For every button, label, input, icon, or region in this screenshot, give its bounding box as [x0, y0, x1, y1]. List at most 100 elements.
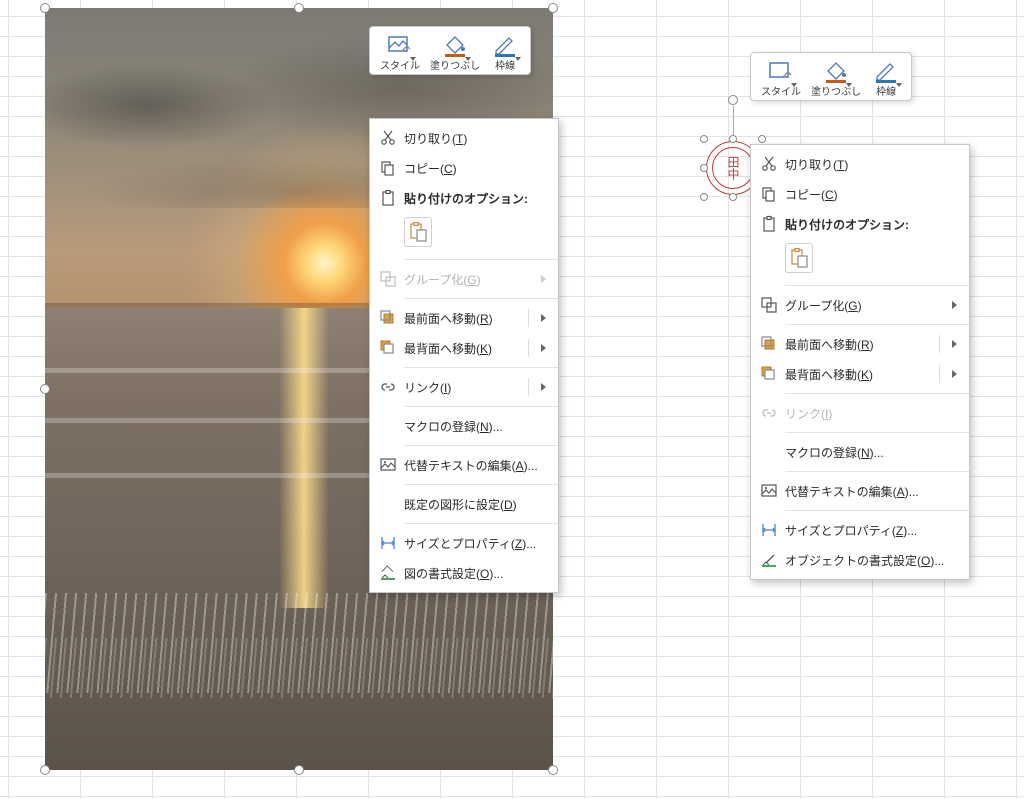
picture-style-icon: [386, 33, 414, 59]
paste-option-default[interactable]: [785, 243, 813, 273]
paint-bucket-icon: [441, 33, 469, 59]
menu-send-to-back[interactable]: 最背面へ移動(K): [370, 333, 558, 363]
menu-send-to-back[interactable]: 最背面へ移動(K): [751, 359, 969, 389]
resize-handle[interactable]: [40, 3, 50, 13]
group-icon: [757, 295, 781, 315]
resize-handle[interactable]: [700, 193, 708, 201]
menu-separator: [404, 445, 558, 446]
resize-handle[interactable]: [700, 164, 708, 172]
pen-outline-icon: [491, 33, 519, 59]
menu-separator: [404, 367, 558, 368]
style-button[interactable]: スタイル: [757, 57, 805, 98]
chevron-right-icon: [952, 340, 957, 348]
menu-assign-macro[interactable]: マクロの登録(N)...: [751, 437, 969, 467]
menu-set-default-shape[interactable]: 既定の図形に設定(D): [370, 489, 558, 519]
menu-separator: [404, 259, 558, 260]
menu-size-properties[interactable]: サイズとプロパティ(Z)...: [370, 528, 558, 558]
format-picture-icon: [376, 563, 400, 583]
menu-copy[interactable]: コピー(C): [370, 153, 558, 183]
resize-handle[interactable]: [548, 3, 558, 13]
resize-handle[interactable]: [40, 384, 50, 394]
menu-format-object[interactable]: オブジェクトの書式設定(O)...: [751, 545, 969, 575]
menu-link[interactable]: リンク(I): [370, 372, 558, 402]
resize-handle[interactable]: [294, 3, 304, 13]
scissors-icon: [376, 128, 400, 148]
resize-handle[interactable]: [758, 135, 766, 143]
menu-separator: [785, 285, 969, 286]
menu-separator: [785, 324, 969, 325]
menu-link: リンク(I): [751, 398, 969, 428]
link-icon: [376, 377, 400, 397]
paste-option-default[interactable]: [404, 217, 432, 247]
bring-front-icon: [376, 308, 400, 328]
resize-handle[interactable]: [294, 765, 304, 775]
menu-separator: [785, 393, 969, 394]
menu-paste-options-header: 貼り付けのオプション:: [370, 183, 558, 213]
chevron-right-icon: [541, 314, 546, 322]
chevron-right-icon: [541, 383, 546, 391]
rotate-handle[interactable]: [728, 95, 738, 105]
outline-button[interactable]: 枠線: [486, 31, 524, 72]
stamp-text: 田中: [712, 147, 754, 189]
menu-group: グループ化(G): [370, 264, 558, 294]
menu-separator: [785, 471, 969, 472]
menu-cut[interactable]: 切り取り(T): [370, 123, 558, 153]
send-back-icon: [757, 364, 781, 384]
menu-separator: [785, 510, 969, 511]
menu-cut[interactable]: 切り取り(T): [751, 149, 969, 179]
pen-outline-icon: [872, 59, 900, 85]
menu-paste-options-header: 貼り付けのオプション:: [751, 209, 969, 239]
paint-bucket-icon: [822, 59, 850, 85]
menu-separator: [404, 298, 558, 299]
outline-label: 枠線: [495, 61, 515, 72]
alt-text-icon: [757, 481, 781, 501]
menu-edit-alt-text[interactable]: 代替テキストの編集(A)...: [751, 476, 969, 506]
chevron-right-icon: [541, 344, 546, 352]
menu-bring-to-front[interactable]: 最前面へ移動(R): [370, 303, 558, 333]
link-icon: [757, 403, 781, 423]
resize-handle[interactable]: [729, 193, 737, 201]
clipboard-icon: [757, 214, 781, 234]
fill-button[interactable]: 塗りつぶし: [807, 57, 865, 98]
menu-edit-alt-text[interactable]: 代替テキストの編集(A)...: [370, 450, 558, 480]
alt-text-icon: [376, 455, 400, 475]
mini-toolbar-picture: スタイル 塗りつぶし 枠線: [369, 26, 531, 75]
style-label: スタイル: [380, 61, 420, 72]
resize-handle[interactable]: [729, 135, 737, 143]
size-icon: [757, 520, 781, 540]
style-button[interactable]: スタイル: [376, 31, 424, 72]
bring-front-icon: [757, 334, 781, 354]
menu-bring-to-front[interactable]: 最前面へ移動(R): [751, 329, 969, 359]
menu-group[interactable]: グループ化(G): [751, 290, 969, 320]
chevron-right-icon: [541, 275, 546, 283]
resize-handle[interactable]: [40, 765, 50, 775]
format-object-icon: [757, 550, 781, 570]
group-icon: [376, 269, 400, 289]
menu-assign-macro[interactable]: マクロの登録(N)...: [370, 411, 558, 441]
shape-style-icon: [767, 59, 795, 85]
chevron-right-icon: [952, 301, 957, 309]
menu-copy[interactable]: コピー(C): [751, 179, 969, 209]
scissors-icon: [757, 154, 781, 174]
send-back-icon: [376, 338, 400, 358]
chevron-right-icon: [952, 370, 957, 378]
resize-handle[interactable]: [548, 765, 558, 775]
fill-button[interactable]: 塗りつぶし: [426, 31, 484, 72]
outline-button[interactable]: 枠線: [867, 57, 905, 98]
menu-separator: [785, 432, 969, 433]
resize-handle[interactable]: [700, 135, 708, 143]
menu-separator: [404, 523, 558, 524]
paste-options-row: [370, 213, 558, 255]
fill-label: 塗りつぶし: [430, 61, 480, 72]
size-icon: [376, 533, 400, 553]
menu-separator: [404, 484, 558, 485]
copy-icon: [376, 158, 400, 178]
context-menu-picture: 切り取り(T) コピー(C) 貼り付けのオプション: グループ化(G) 最前面へ…: [369, 118, 559, 593]
paste-options-row: [751, 239, 969, 281]
context-menu-shape: 切り取り(T) コピー(C) 貼り付けのオプション: グループ化(G) 最前面へ…: [750, 144, 970, 580]
menu-separator: [404, 406, 558, 407]
menu-format-picture[interactable]: 図の書式設定(O)...: [370, 558, 558, 588]
copy-icon: [757, 184, 781, 204]
mini-toolbar-shape: スタイル 塗りつぶし 枠線: [750, 52, 912, 101]
menu-size-properties[interactable]: サイズとプロパティ(Z)...: [751, 515, 969, 545]
